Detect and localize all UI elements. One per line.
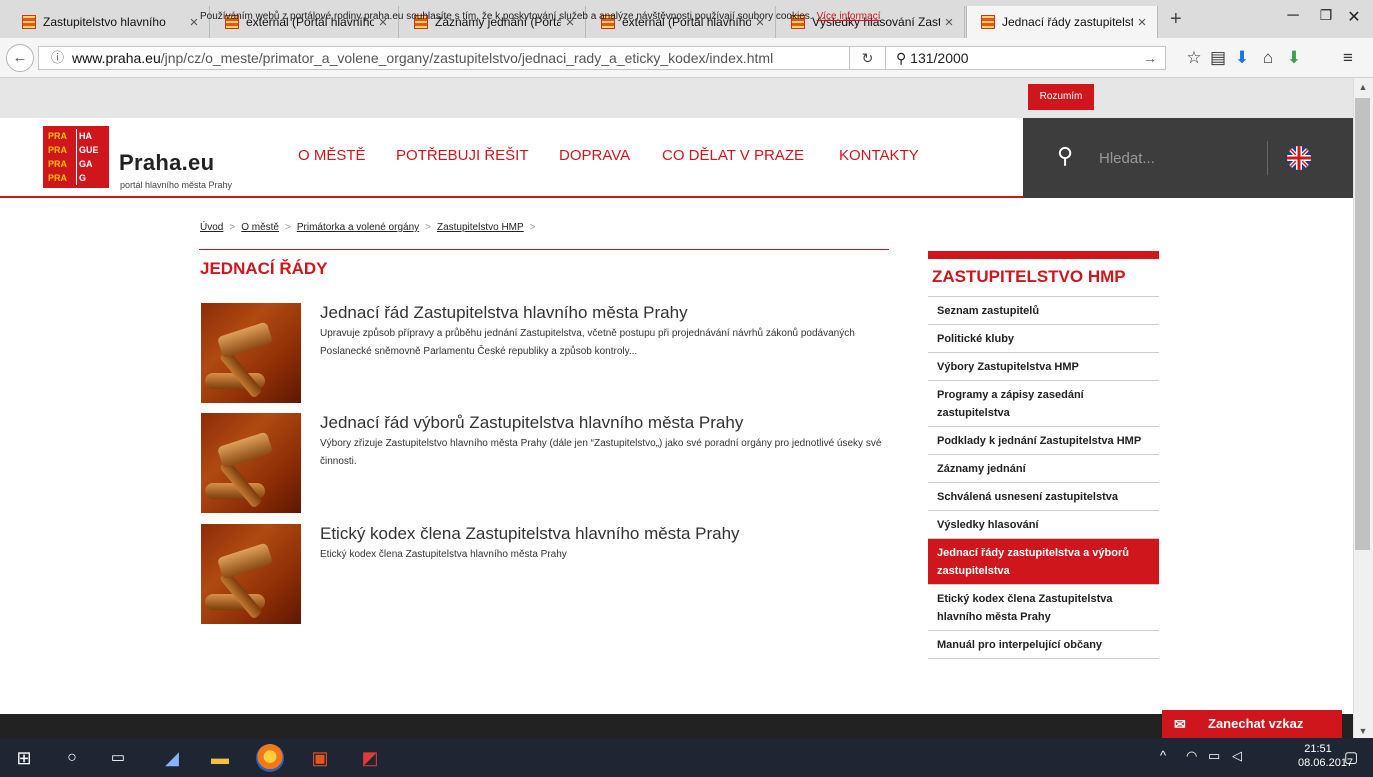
search-go-icon[interactable]: →: [1143, 47, 1157, 69]
home-icon[interactable]: ⌂: [1256, 46, 1280, 70]
breadcrumb-primatorka[interactable]: Primátorka a volené orgány: [297, 222, 419, 233]
cookie-accept-button[interactable]: Rozumím: [1028, 84, 1094, 110]
sidebar-item-zaznamy[interactable]: Záznamy jednání: [928, 455, 1159, 483]
site-favicon-icon: [22, 15, 36, 29]
sidebar-item-hlasovani[interactable]: Výsledky hlasování: [928, 511, 1159, 539]
gavel-thumbnail[interactable]: [201, 524, 301, 624]
search-icon[interactable]: ○: [58, 744, 86, 772]
back-arrow-icon[interactable]: ←: [6, 44, 34, 72]
cookie-text: Používáním webů z portálové rodiny praha…: [200, 11, 881, 22]
site-favicon-icon: [981, 15, 995, 29]
cookie-banner: [0, 78, 1353, 118]
gavel-thumbnail[interactable]: [201, 413, 301, 513]
extension-icon[interactable]: ⬇: [1282, 46, 1306, 70]
taskbar-clock[interactable]: 21:51 08.06.2017: [1298, 742, 1353, 770]
battery-icon[interactable]: ▭: [1208, 748, 1220, 764]
article-description: Upravuje způsob přípravy a průběhu jedná…: [320, 328, 855, 357]
notifications-icon[interactable]: ▢: [1344, 748, 1358, 766]
magnifier-icon: ⚲: [896, 50, 907, 66]
logo-text[interactable]: Praha.eu: [119, 150, 214, 176]
url-path: /jnp/cz/o_meste/primator_a_volene_organy…: [160, 50, 774, 66]
article-title-link[interactable]: Jednací řád Zastupitelstva hlavního měst…: [320, 303, 688, 323]
menu-o-meste[interactable]: O MĚSTĚ: [298, 147, 366, 164]
browser-search-input[interactable]: ⚲ 131/2000 →: [886, 46, 1166, 70]
reading-list-icon[interactable]: ▤: [1206, 46, 1230, 70]
menu-kontakty[interactable]: KONTAKTY: [839, 147, 919, 164]
praha-logo[interactable]: PRA HA PRA GUE PRA GA PRA G: [43, 126, 109, 188]
gavel-thumbnail[interactable]: [201, 303, 301, 403]
sidebar-item-eticky-kodex[interactable]: Etický kodex člena Zastupitelstva hlavní…: [928, 585, 1159, 631]
breadcrumb-zastupitelstvo[interactable]: Zastupitelstvo HMP: [437, 222, 524, 233]
tab-close-icon[interactable]: ×: [940, 14, 958, 31]
new-tab-button[interactable]: +: [1170, 8, 1182, 31]
sidebar-item-manual[interactable]: Manuál pro interpelující občany: [928, 631, 1159, 659]
minimize-icon[interactable]: ─: [1278, 7, 1308, 25]
cookie-info-link[interactable]: Více informací: [817, 11, 881, 22]
url-bar[interactable]: ⓘ www.praha.eu/jnp/cz/o_meste/primator_a…: [38, 46, 850, 70]
sidebar-accent-bar: [928, 251, 1159, 259]
restore-icon[interactable]: ❐: [1311, 7, 1341, 24]
menu-hamburger-icon[interactable]: ≡: [1336, 46, 1360, 70]
breadcrumb-o-meste[interactable]: O městě: [241, 222, 279, 233]
wifi-icon[interactable]: ◠: [1186, 748, 1197, 764]
scroll-down-icon[interactable]: ▼: [1356, 726, 1370, 736]
article-title-link[interactable]: Etický kodex člena Zastupitelstva hlavní…: [320, 524, 740, 544]
sidebar-item-seznam-zastupitelu[interactable]: Seznam zastupitelů: [928, 297, 1159, 325]
menu-co-delat[interactable]: CO DĚLAT V PRAZE: [662, 147, 804, 164]
tray-chevron-icon[interactable]: ^: [1160, 748, 1166, 763]
uk-flag-icon[interactable]: [1287, 146, 1311, 170]
article-title-link[interactable]: Jednací řád výborů Zastupitelstva hlavní…: [320, 413, 743, 433]
sidebar-item-vybory[interactable]: Výbory Zastupitelstva HMP: [928, 353, 1159, 381]
close-window-icon[interactable]: ✕: [1339, 7, 1369, 27]
sidebar-item-programy[interactable]: Programy a zápisy zasedání zastupitelstv…: [928, 381, 1159, 427]
breadcrumb: Úvod > O městě > Primátorka a volené orgány >…: [200, 222, 536, 233]
site-search-input[interactable]: Hledat...: [1099, 150, 1155, 167]
url-host: www.praha.eu: [72, 50, 161, 66]
envelope-icon: ✉: [1174, 716, 1186, 732]
info-icon[interactable]: ⓘ: [51, 47, 64, 69]
app-icon[interactable]: ▣: [306, 744, 334, 772]
bookmark-star-icon[interactable]: ☆: [1182, 46, 1206, 70]
sidebar-item-jednaci-rady[interactable]: Jednací řády zastupitelstva a výborů zas…: [928, 539, 1159, 585]
breadcrumb-uvod[interactable]: Úvod: [200, 222, 223, 233]
feedback-button[interactable]: ✉ Zanechat vzkaz: [1162, 710, 1342, 738]
logo-subtitle: portál hlavního města Prahy: [120, 180, 233, 190]
sidebar-item-politicke-kluby[interactable]: Politické kluby: [928, 325, 1159, 353]
download-icon[interactable]: ⬇: [1230, 46, 1254, 70]
firefox-icon[interactable]: [256, 744, 284, 772]
scrollbar-thumb[interactable]: [1355, 98, 1370, 550]
menu-potrebuji-resit[interactable]: POTŘEBUJI ŘEŠIT: [396, 147, 529, 164]
sidebar-nav: Seznam zastupitelů Politické kluby Výbor…: [928, 296, 1159, 659]
app-icon[interactable]: ◩: [356, 744, 384, 772]
sidebar-item-usneseni[interactable]: Schválená usnesení zastupitelstva: [928, 483, 1159, 511]
menu-doprava[interactable]: DOPRAVA: [559, 147, 630, 164]
reload-icon[interactable]: ↻: [850, 46, 886, 70]
file-explorer-icon[interactable]: ▬: [206, 744, 234, 772]
site-footer: [0, 714, 1353, 738]
task-view-icon[interactable]: ▭: [104, 744, 132, 772]
browser-tab-active[interactable]: Jednací řády zastupitelst ×: [966, 6, 1158, 38]
page-title: JEDNACÍ ŘÁDY: [200, 259, 328, 278]
divider: [1267, 141, 1268, 175]
windows-start-icon[interactable]: ⊞: [10, 744, 38, 772]
browser-nav-bar: ← ⓘ www.praha.eu/jnp/cz/o_meste/primator…: [0, 38, 1373, 78]
scroll-up-icon[interactable]: ▲: [1356, 82, 1370, 92]
divider: [199, 249, 889, 250]
article-description: Výbory zřizuje Zastupitelstvo hlavního m…: [320, 438, 882, 467]
browser-tab[interactable]: Zastupitelstvo hlavního ×: [8, 6, 210, 38]
search-icon[interactable]: ⚲: [1057, 143, 1073, 169]
article-description: Etický kodex člena Zastupitelstva hlavní…: [320, 549, 567, 560]
sidebar-title: ZASTUPITELSTVO HMP: [932, 267, 1126, 286]
volume-icon[interactable]: ◁: [1232, 748, 1242, 764]
sidebar-item-podklady[interactable]: Podklady k jednání Zastupitelstva HMP: [928, 427, 1159, 455]
app-icon[interactable]: ◢: [158, 744, 186, 772]
tab-close-icon[interactable]: ×: [1133, 14, 1151, 31]
